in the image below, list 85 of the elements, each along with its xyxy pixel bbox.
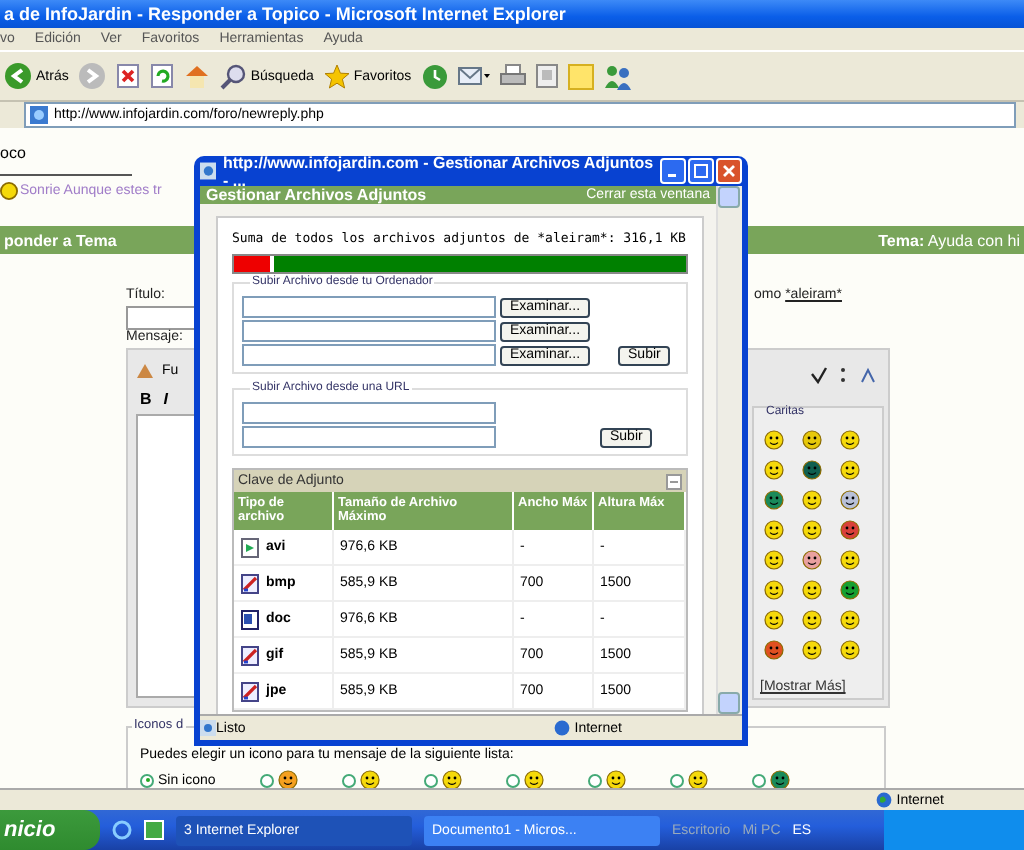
popup-title: http://www.infojardin.com - Gestionar Archivos Adjuntos - ... bbox=[222, 153, 654, 189]
people-icon[interactable] bbox=[603, 63, 632, 89]
mail-icon[interactable] bbox=[457, 64, 490, 88]
page-icon bbox=[30, 106, 48, 124]
collapse-icon[interactable] bbox=[666, 473, 682, 489]
breadcrumb-text: oco bbox=[0, 144, 26, 162]
system-tray bbox=[884, 810, 1024, 850]
start-button[interactable]: nicio bbox=[0, 810, 100, 850]
globe-icon bbox=[554, 720, 571, 736]
smiley-icon[interactable] bbox=[764, 610, 784, 630]
smiley-icon[interactable] bbox=[840, 460, 860, 480]
globe-icon bbox=[876, 792, 893, 808]
window-title: a de InfoJardin - Responder a Topico - Microsoft Internet Explorer bbox=[0, 0, 1024, 28]
browser-icon[interactable] bbox=[112, 820, 132, 840]
minimize-button[interactable] bbox=[660, 158, 686, 184]
url-field[interactable] bbox=[242, 402, 496, 424]
icon-radio[interactable] bbox=[423, 773, 438, 787]
icon-radio[interactable] bbox=[259, 773, 274, 787]
video-file-icon bbox=[240, 537, 260, 557]
close-button[interactable] bbox=[716, 158, 742, 184]
home-icon[interactable] bbox=[184, 64, 211, 88]
smiley-icon[interactable] bbox=[802, 520, 822, 540]
search-icon bbox=[220, 63, 247, 89]
smiley-icon[interactable] bbox=[840, 610, 860, 630]
smiley-icon[interactable] bbox=[764, 550, 784, 570]
post-icon[interactable] bbox=[605, 770, 626, 788]
page-icon bbox=[200, 720, 216, 736]
image-file-icon bbox=[240, 681, 260, 701]
maximize-button[interactable] bbox=[688, 158, 714, 184]
smiley-icon[interactable] bbox=[802, 430, 822, 450]
image-file-icon bbox=[240, 573, 260, 593]
maximize-icon bbox=[694, 164, 708, 178]
spellcheck-icon[interactable] bbox=[810, 366, 828, 384]
icon-radio[interactable] bbox=[587, 773, 602, 787]
smiley-icon[interactable] bbox=[764, 520, 784, 540]
smiley-icon[interactable] bbox=[802, 490, 822, 510]
file-field[interactable] bbox=[242, 344, 496, 366]
smiley-icon[interactable] bbox=[840, 550, 860, 570]
close-icon bbox=[722, 164, 736, 178]
edit-icon[interactable] bbox=[535, 64, 558, 88]
refresh-icon[interactable] bbox=[150, 64, 175, 88]
smiley-icon[interactable] bbox=[802, 610, 822, 630]
popup-heading: Gestionar Archivos Adjuntos bbox=[206, 186, 427, 204]
image-file-icon bbox=[240, 645, 260, 665]
url-field[interactable] bbox=[242, 426, 496, 448]
smiley-icon[interactable] bbox=[802, 550, 822, 570]
document-file-icon bbox=[240, 609, 260, 629]
format-button[interactable]: B bbox=[140, 390, 152, 408]
smiley-icon[interactable] bbox=[802, 640, 822, 660]
icon-radio[interactable] bbox=[669, 773, 684, 787]
smiley-icon[interactable] bbox=[764, 580, 784, 600]
icon-radio[interactable] bbox=[505, 773, 520, 787]
page-icon bbox=[200, 162, 217, 180]
print-icon[interactable] bbox=[499, 64, 526, 88]
window-icon[interactable] bbox=[144, 820, 164, 840]
format-button[interactable]: I bbox=[163, 390, 169, 408]
smiley-icon[interactable] bbox=[840, 520, 860, 540]
star-icon bbox=[323, 63, 350, 89]
post-icon[interactable] bbox=[277, 770, 298, 788]
smiley-icon[interactable] bbox=[840, 430, 860, 450]
smiley-icon[interactable] bbox=[840, 490, 860, 510]
smiley-icon[interactable] bbox=[802, 460, 822, 480]
file-field[interactable] bbox=[242, 296, 496, 318]
file-field[interactable] bbox=[242, 320, 496, 342]
icon-radio[interactable] bbox=[751, 773, 766, 787]
post-icon[interactable] bbox=[687, 770, 708, 788]
post-icon[interactable] bbox=[523, 770, 544, 788]
smiley-icon[interactable] bbox=[802, 580, 822, 600]
post-icon[interactable] bbox=[359, 770, 380, 788]
smiley-icon[interactable] bbox=[764, 460, 784, 480]
icon-radio[interactable] bbox=[341, 773, 356, 787]
scrollbar[interactable] bbox=[716, 186, 742, 714]
smiley-icon[interactable] bbox=[764, 490, 784, 510]
smiley-icon[interactable] bbox=[764, 430, 784, 450]
section-title: ponder a Tema bbox=[4, 231, 117, 249]
smiley-icon[interactable] bbox=[764, 640, 784, 660]
smiley-icon[interactable] bbox=[840, 640, 860, 660]
stop-icon[interactable] bbox=[116, 64, 141, 88]
smiley-icon[interactable] bbox=[840, 580, 860, 600]
post-icon[interactable] bbox=[441, 770, 462, 788]
topic-text: Tema: Ayuda con hi bbox=[878, 231, 1020, 249]
post-icon[interactable] bbox=[769, 770, 790, 788]
icon-radio[interactable] bbox=[140, 773, 154, 787]
history-icon[interactable] bbox=[421, 63, 448, 89]
smiley-icon bbox=[0, 182, 18, 200]
